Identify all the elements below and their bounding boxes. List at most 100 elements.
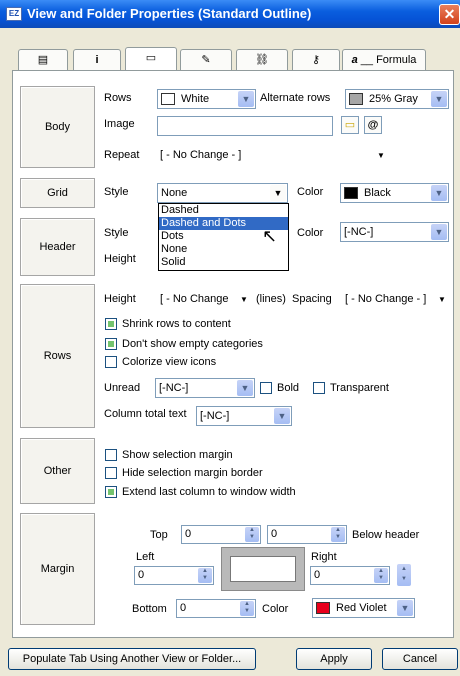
transparent-checkbox[interactable] <box>313 382 325 394</box>
section-rows: Rows <box>20 284 95 428</box>
bold-checkbox[interactable] <box>260 382 272 394</box>
hide-border-checkbox[interactable] <box>105 467 117 479</box>
margin-color-select[interactable]: Red Violet ▼ <box>312 598 415 618</box>
right-spinner[interactable]: 0 ▲ ▼ <box>310 566 390 585</box>
pen-icon: ✎ <box>201 54 211 66</box>
tab-table[interactable]: ▭ <box>125 47 177 71</box>
rows-height-select[interactable]: [ - No Change <box>160 293 228 305</box>
chevron-down-icon: ▼ <box>270 185 286 201</box>
hierarchy-icon: ⛓ <box>255 54 269 66</box>
chevron-down-icon: ▼ <box>397 600 413 616</box>
tab-key[interactable]: ⚷ <box>292 49 340 71</box>
show-margin-checkbox[interactable] <box>105 449 117 461</box>
hide-border-label: Hide selection margin border <box>122 467 263 479</box>
header-style-label: Style <box>104 227 129 239</box>
section-other: Other <box>20 438 95 504</box>
table-icon: ▭ <box>145 52 157 64</box>
folder-icon[interactable]: ▭ <box>341 116 359 134</box>
grid-color-label: Color <box>297 186 324 198</box>
chevron-down-icon: ▼ <box>237 380 253 396</box>
unread-color-select[interactable]: [-NC-] ▼ <box>155 378 255 398</box>
chevron-down-icon: ▼ <box>238 91 254 107</box>
chevron-down-icon: ▼ <box>431 91 447 107</box>
empty-categories-label: Don't show empty categories <box>122 338 263 350</box>
alternate-rows-label: Alternate rows <box>260 92 331 104</box>
section-body: Body <box>20 86 95 168</box>
option-solid[interactable]: Solid <box>159 256 288 269</box>
shrink-rows-checkbox[interactable] <box>105 318 117 330</box>
close-button[interactable]: ✕ <box>439 4 460 25</box>
below-header-label: Below header <box>352 529 420 541</box>
chevron-down-icon: ▼ <box>431 224 447 240</box>
formula-icon[interactable]: @ <box>364 116 382 134</box>
image-label: Image <box>104 118 135 130</box>
title-bar: EZ View and Folder Properties (Standard … <box>0 0 460 28</box>
header-color-select[interactable]: [-NC-] ▼ <box>340 222 449 242</box>
grid-color-select[interactable]: Black ▼ <box>340 183 449 203</box>
column-total-select[interactable]: [-NC-] ▼ <box>196 406 292 426</box>
image-input[interactable] <box>157 116 333 136</box>
rows-height-label: Height <box>104 293 136 305</box>
top-spinner[interactable]: 0 ▲ ▼ <box>181 525 261 544</box>
app-icon: EZ <box>6 7 22 21</box>
bottom-label: Bottom <box>132 603 167 615</box>
chevron-down-icon[interactable]: ▼ <box>377 151 385 160</box>
red-violet-swatch <box>316 602 330 615</box>
chevron-down-icon[interactable]: ▼ <box>240 295 248 304</box>
unread-label: Unread <box>104 382 141 394</box>
empty-categories-checkbox[interactable] <box>105 338 117 350</box>
window-title: View and Folder Properties (Standard Out… <box>27 6 312 21</box>
cancel-button[interactable]: Cancel <box>382 648 458 670</box>
gray-swatch <box>349 93 363 106</box>
below-header-spinner[interactable]: 0 ▲ ▼ <box>267 525 347 544</box>
populate-button[interactable]: Populate Tab Using Another View or Folde… <box>8 648 256 670</box>
margin-preview <box>221 547 305 591</box>
spinner-arrows-icon: ▲ ▼ <box>240 601 254 616</box>
bold-label: Bold <box>277 382 300 394</box>
spinner-arrows-icon: ▲ ▼ <box>331 527 345 542</box>
section-grid: Grid <box>20 178 95 208</box>
key-icon: ⚷ <box>311 54 321 66</box>
apply-button[interactable]: Apply <box>296 648 372 670</box>
bottom-spinner[interactable]: 0 ▲ ▼ <box>176 599 256 618</box>
tab-hierarchy[interactable]: ⛓ <box>236 49 288 71</box>
shrink-rows-label: Shrink rows to content <box>122 318 231 330</box>
left-label: Left <box>136 551 155 563</box>
rows-label: Rows <box>104 92 132 104</box>
repeat-select[interactable]: [ - No Change - ] <box>160 149 241 161</box>
info-icon: i <box>95 54 99 66</box>
top-label: Top <box>150 529 168 541</box>
tab-pen[interactable]: ✎ <box>180 49 232 71</box>
white-swatch <box>161 93 175 106</box>
margin-color-label: Color <box>262 603 289 615</box>
left-spinner[interactable]: 0 ▲ ▼ <box>134 566 214 585</box>
chevron-down-icon[interactable]: ▼ <box>438 295 446 304</box>
extend-last-label: Extend last column to window width <box>122 486 296 498</box>
list-icon: ▤ <box>37 54 49 66</box>
show-margin-label: Show selection margin <box>122 449 233 461</box>
font-icon: a <box>351 54 358 66</box>
chevron-down-icon: ▼ <box>274 408 290 424</box>
colorize-icons-label: Colorize view icons <box>122 356 217 368</box>
colorize-icons-checkbox[interactable] <box>105 356 117 368</box>
tab-list[interactable]: ▤ <box>18 49 68 71</box>
chevron-down-icon: ▼ <box>431 185 447 201</box>
section-margin: Margin <box>20 513 95 625</box>
tab-formula[interactable]: a __ Formula <box>342 49 426 71</box>
spinner-arrows-icon: ▲ ▼ <box>245 527 259 542</box>
extra-spinner-icon[interactable]: ▲ ▼ <box>397 564 411 586</box>
right-label: Right <box>311 551 337 563</box>
extend-last-checkbox[interactable] <box>105 486 117 498</box>
section-header: Header <box>20 218 95 276</box>
column-total-label: Column total text <box>104 408 187 420</box>
spacing-select[interactable]: [ - No Change - ] <box>345 293 426 305</box>
tab-info[interactable]: i <box>73 49 121 71</box>
rows-color-select[interactable]: White ▼ <box>157 89 256 109</box>
grid-style-select[interactable]: None ▼ <box>157 183 288 203</box>
option-dashed[interactable]: Dashed <box>159 204 288 217</box>
header-height-label: Height <box>104 253 136 265</box>
spacing-label: Spacing <box>292 293 332 305</box>
lines-label: (lines) <box>256 293 286 305</box>
alternate-rows-select[interactable]: 25% Gray ▼ <box>345 89 449 109</box>
header-color-label: Color <box>297 227 324 239</box>
